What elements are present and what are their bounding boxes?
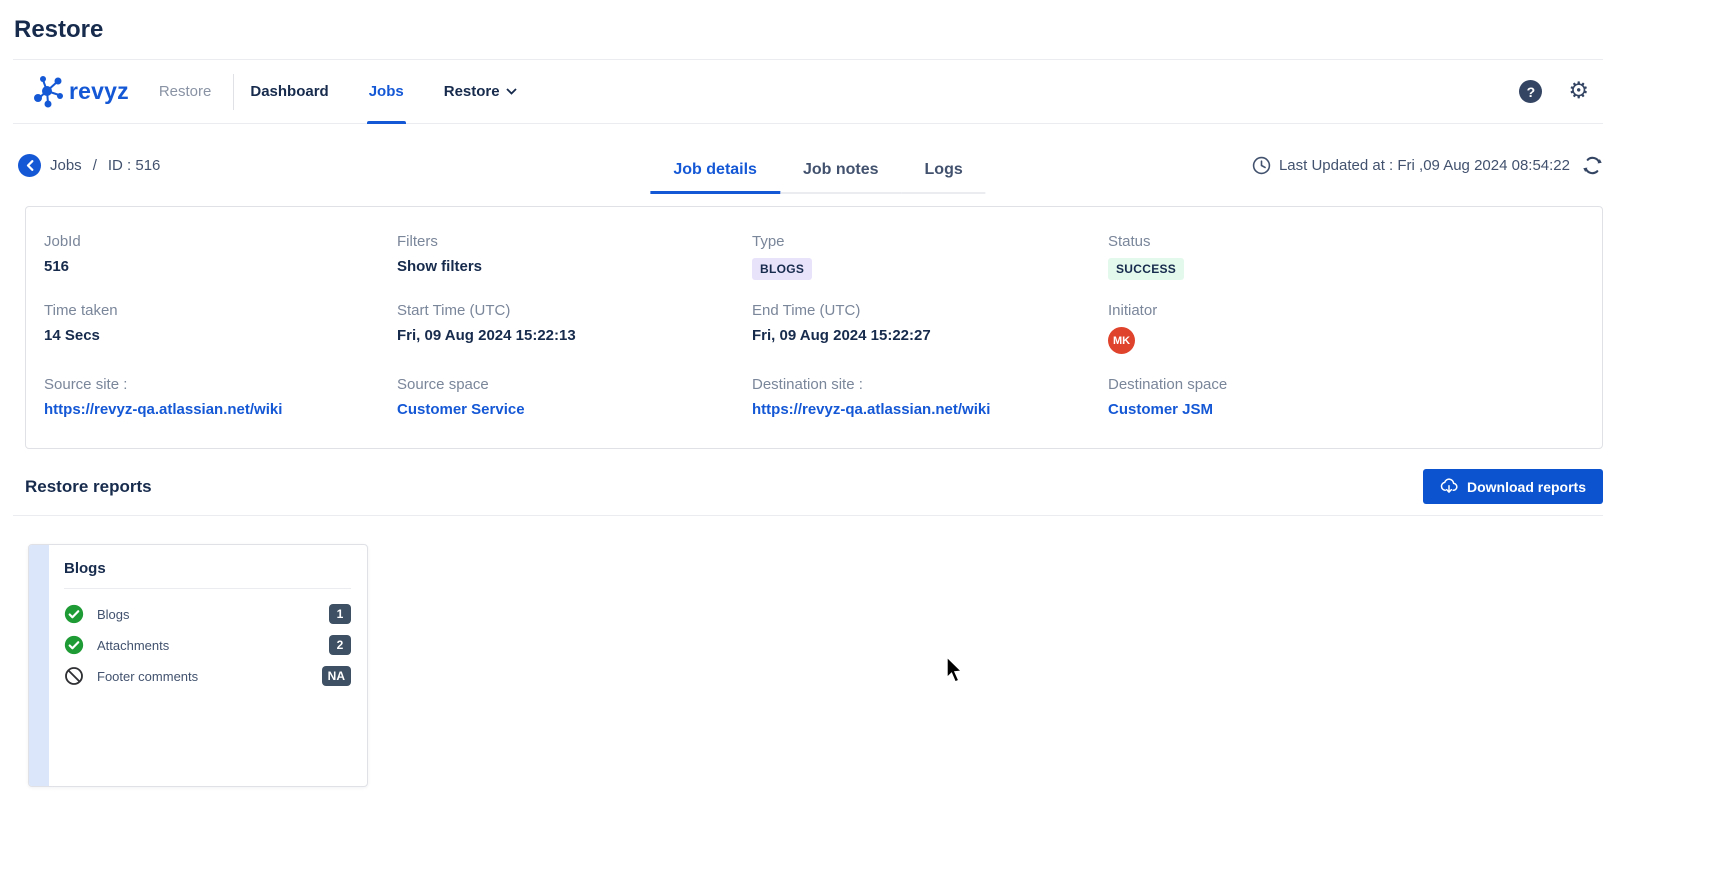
field-time-taken-value: 14 Secs <box>44 327 397 344</box>
field-initiator: Initiator MK <box>1108 302 1602 354</box>
status-badge: SUCCESS <box>1108 258 1184 280</box>
report-row-footer-comments: Footer comments NA <box>64 666 351 686</box>
type-badge: BLOGS <box>752 258 812 280</box>
refresh-icon[interactable] <box>1582 155 1603 176</box>
source-space-link[interactable]: Customer Service <box>397 401 752 418</box>
report-row-attachments: Attachments 2 <box>64 635 351 655</box>
nav-item-dashboard[interactable]: Dashboard <box>250 60 328 124</box>
nav-divider <box>233 74 234 110</box>
breadcrumb-jobs[interactable]: Jobs <box>50 157 82 174</box>
field-end-time: End Time (UTC) Fri, 09 Aug 2024 15:22:27 <box>752 302 1108 354</box>
field-initiator-label: Initiator <box>1108 302 1602 319</box>
reports-divider <box>13 515 1603 516</box>
field-source-space: Source space Customer Service <box>397 376 752 418</box>
last-updated: Last Updated at : Fri ,09 Aug 2024 08:54… <box>1252 155 1603 176</box>
download-reports-label: Download reports <box>1467 479 1586 495</box>
card-title-divider <box>64 588 351 589</box>
download-cloud-icon <box>1440 478 1458 495</box>
source-site-link[interactable]: https://revyz-qa.atlassian.net/wiki <box>44 401 397 418</box>
chevron-down-icon <box>506 88 517 95</box>
breadcrumb: Jobs / ID : 516 <box>18 154 160 177</box>
page-title: Restore <box>13 0 1603 59</box>
tab-job-details[interactable]: Job details <box>650 161 780 194</box>
download-reports-button[interactable]: Download reports <box>1423 469 1603 504</box>
field-destination-site-label: Destination site : <box>752 376 1108 393</box>
field-status-label: Status <box>1108 233 1602 250</box>
field-source-site-label: Source site : <box>44 376 397 393</box>
field-destination-space-label: Destination space <box>1108 376 1602 393</box>
field-start-time-label: Start Time (UTC) <box>397 302 752 319</box>
job-tabs: Job details Job notes Logs <box>650 161 985 194</box>
field-filters-label: Filters <box>397 233 752 250</box>
brand-name: revyz <box>69 78 129 105</box>
report-row-label: Attachments <box>97 638 329 653</box>
field-status: Status SUCCESS <box>1108 233 1602 280</box>
last-updated-text: Last Updated at : Fri ,09 Aug 2024 08:54… <box>1279 157 1570 174</box>
field-destination-space: Destination space Customer JSM <box>1108 376 1602 418</box>
back-button[interactable] <box>18 154 41 177</box>
count-badge: 1 <box>329 604 351 624</box>
field-type-label: Type <box>752 233 1108 250</box>
field-source-site: Source site : https://revyz-qa.atlassian… <box>44 376 397 418</box>
breadcrumb-job-id: ID : 516 <box>108 157 161 174</box>
not-applicable-icon <box>64 666 84 686</box>
job-details-card: JobId 516 Filters Show filters Type BLOG… <box>25 206 1603 449</box>
sub-header: Jobs / ID : 516 Job details Job notes Lo… <box>13 124 1603 206</box>
reports-header: Restore reports Download reports <box>13 469 1603 504</box>
nav-right-icons: ? ⚙ <box>1519 80 1603 103</box>
success-check-icon <box>64 604 84 624</box>
report-card-title: Blogs <box>64 560 351 577</box>
report-row-label: Footer comments <box>97 669 322 684</box>
initiator-avatar[interactable]: MK <box>1108 327 1135 354</box>
success-check-icon <box>64 635 84 655</box>
report-row-blogs: Blogs 1 <box>64 604 351 624</box>
field-filters: Filters Show filters <box>397 233 752 280</box>
card-accent-strip <box>29 545 49 786</box>
clock-icon <box>1252 156 1271 175</box>
field-time-taken-label: Time taken <box>44 302 397 319</box>
count-badge: NA <box>322 666 351 686</box>
reports-section-title: Restore reports <box>25 477 152 497</box>
field-end-time-label: End Time (UTC) <box>752 302 1108 319</box>
field-start-time-value: Fri, 09 Aug 2024 15:22:13 <box>397 327 752 344</box>
revyz-logo-icon <box>31 74 64 109</box>
field-jobid: JobId 516 <box>44 233 397 280</box>
nav-item-jobs[interactable]: Jobs <box>369 60 404 124</box>
breadcrumb-separator: / <box>93 157 97 174</box>
blogs-report-card: Blogs Blogs 1 Attachments 2 <box>28 544 368 787</box>
chevron-left-icon <box>26 160 34 171</box>
app-name-label: Restore <box>159 83 212 100</box>
nav-item-restore[interactable]: Restore <box>444 60 517 124</box>
help-icon[interactable]: ? <box>1519 80 1542 103</box>
field-time-taken: Time taken 14 Secs <box>44 302 397 354</box>
card-body: Blogs Blogs 1 Attachments 2 <box>49 545 367 786</box>
field-jobid-label: JobId <box>44 233 397 250</box>
top-navbar: revyz Restore Dashboard Jobs Restore ? ⚙ <box>13 59 1603 124</box>
field-end-time-value: Fri, 09 Aug 2024 15:22:27 <box>752 327 1108 344</box>
field-start-time: Start Time (UTC) Fri, 09 Aug 2024 15:22:… <box>397 302 752 354</box>
show-filters-toggle[interactable]: Show filters <box>397 258 752 275</box>
field-type: Type BLOGS <box>752 233 1108 280</box>
destination-space-link[interactable]: Customer JSM <box>1108 401 1602 418</box>
gear-icon[interactable]: ⚙ <box>1568 80 1589 103</box>
field-source-space-label: Source space <box>397 376 752 393</box>
field-jobid-value: 516 <box>44 258 397 275</box>
nav-item-restore-label: Restore <box>444 83 500 100</box>
tab-job-notes[interactable]: Job notes <box>780 161 902 194</box>
count-badge: 2 <box>329 635 351 655</box>
revyz-logo[interactable]: revyz <box>31 74 129 109</box>
page-container: Restore revyz Restore D <box>13 0 1603 787</box>
field-destination-site: Destination site : https://revyz-qa.atla… <box>752 376 1108 418</box>
tab-logs[interactable]: Logs <box>902 161 986 194</box>
report-row-label: Blogs <box>97 607 329 622</box>
destination-site-link[interactable]: https://revyz-qa.atlassian.net/wiki <box>752 401 1108 418</box>
